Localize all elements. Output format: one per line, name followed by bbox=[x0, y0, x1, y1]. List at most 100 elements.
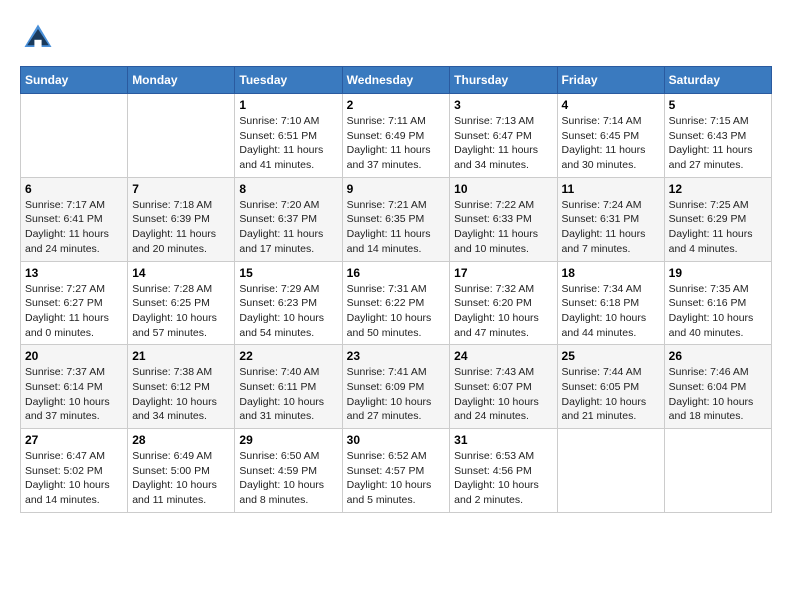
day-detail: Sunrise: 6:47 AM Sunset: 5:02 PM Dayligh… bbox=[25, 449, 123, 508]
day-detail: Sunrise: 7:10 AM Sunset: 6:51 PM Dayligh… bbox=[239, 114, 337, 173]
day-detail: Sunrise: 7:24 AM Sunset: 6:31 PM Dayligh… bbox=[562, 198, 660, 257]
calendar-cell: 20 Sunrise: 7:37 AM Sunset: 6:14 PM Dayli… bbox=[21, 345, 128, 429]
calendar-cell: 14 Sunrise: 7:28 AM Sunset: 6:25 PM Dayli… bbox=[128, 261, 235, 345]
calendar-cell: 23Sunrise: 7:41 AM Sunset: 6:09 PM Dayli… bbox=[342, 345, 450, 429]
day-number: 16 bbox=[347, 266, 446, 280]
calendar-header-row: SundayMondayTuesdayWednesdayThursdayFrid… bbox=[21, 67, 772, 94]
day-number: 15 bbox=[239, 266, 337, 280]
calendar-cell: 19 Sunrise: 7:35 AM Sunset: 6:16 PM Dayli… bbox=[664, 261, 771, 345]
calendar-cell bbox=[664, 429, 771, 513]
calendar-header-sunday: Sunday bbox=[21, 67, 128, 94]
calendar-cell: 31Sunrise: 6:53 AM Sunset: 4:56 PM Dayli… bbox=[450, 429, 557, 513]
calendar-cell: 6Sunrise: 7:17 AM Sunset: 6:41 PM Daylig… bbox=[21, 177, 128, 261]
day-detail: Sunrise: 7:41 AM Sunset: 6:09 PM Dayligh… bbox=[347, 365, 446, 424]
calendar-cell: 2 Sunrise: 7:11 AM Sunset: 6:49 PM Daylig… bbox=[342, 94, 450, 178]
day-number: 13 bbox=[25, 266, 123, 280]
day-number: 17 bbox=[454, 266, 552, 280]
day-detail: Sunrise: 6:52 AM Sunset: 4:57 PM Dayligh… bbox=[347, 449, 446, 508]
calendar-header-friday: Friday bbox=[557, 67, 664, 94]
day-detail: Sunrise: 7:43 AM Sunset: 6:07 PM Dayligh… bbox=[454, 365, 552, 424]
calendar-cell: 26 Sunrise: 7:46 AM Sunset: 6:04 PM Dayli… bbox=[664, 345, 771, 429]
calendar-cell: 25 Sunrise: 7:44 AM Sunset: 6:05 PM Dayli… bbox=[557, 345, 664, 429]
calendar-cell: 10 Sunrise: 7:22 AM Sunset: 6:33 PM Dayli… bbox=[450, 177, 557, 261]
calendar-cell: 29Sunrise: 6:50 AM Sunset: 4:59 PM Dayli… bbox=[235, 429, 342, 513]
day-detail: Sunrise: 6:49 AM Sunset: 5:00 PM Dayligh… bbox=[132, 449, 230, 508]
calendar-cell bbox=[21, 94, 128, 178]
day-detail: Sunrise: 7:15 AM Sunset: 6:43 PM Dayligh… bbox=[669, 114, 767, 173]
day-detail: Sunrise: 7:46 AM Sunset: 6:04 PM Dayligh… bbox=[669, 365, 767, 424]
calendar-header-tuesday: Tuesday bbox=[235, 67, 342, 94]
day-number: 11 bbox=[562, 182, 660, 196]
day-detail: Sunrise: 7:35 AM Sunset: 6:16 PM Dayligh… bbox=[669, 282, 767, 341]
calendar: SundayMondayTuesdayWednesdayThursdayFrid… bbox=[20, 66, 772, 513]
calendar-cell: 3 Sunrise: 7:13 AM Sunset: 6:47 PM Daylig… bbox=[450, 94, 557, 178]
day-number: 24 bbox=[454, 349, 552, 363]
calendar-cell bbox=[557, 429, 664, 513]
calendar-week-4: 20 Sunrise: 7:37 AM Sunset: 6:14 PM Dayli… bbox=[21, 345, 772, 429]
day-number: 27 bbox=[25, 433, 123, 447]
calendar-header-saturday: Saturday bbox=[664, 67, 771, 94]
calendar-cell: 24 Sunrise: 7:43 AM Sunset: 6:07 PM Dayli… bbox=[450, 345, 557, 429]
day-number: 4 bbox=[562, 98, 660, 112]
day-number: 29 bbox=[239, 433, 337, 447]
calendar-header-thursday: Thursday bbox=[450, 67, 557, 94]
logo bbox=[20, 20, 62, 56]
calendar-week-1: 1Sunrise: 7:10 AM Sunset: 6:51 PM Daylig… bbox=[21, 94, 772, 178]
day-detail: Sunrise: 7:21 AM Sunset: 6:35 PM Dayligh… bbox=[347, 198, 446, 257]
day-detail: Sunrise: 7:37 AM Sunset: 6:14 PM Dayligh… bbox=[25, 365, 123, 424]
day-number: 7 bbox=[132, 182, 230, 196]
day-number: 8 bbox=[239, 182, 337, 196]
day-number: 25 bbox=[562, 349, 660, 363]
calendar-cell: 16 Sunrise: 7:31 AM Sunset: 6:22 PM Dayli… bbox=[342, 261, 450, 345]
calendar-cell: 15Sunrise: 7:29 AM Sunset: 6:23 PM Dayli… bbox=[235, 261, 342, 345]
logo-icon bbox=[20, 20, 56, 56]
day-number: 30 bbox=[347, 433, 446, 447]
calendar-header-wednesday: Wednesday bbox=[342, 67, 450, 94]
day-number: 18 bbox=[562, 266, 660, 280]
day-number: 14 bbox=[132, 266, 230, 280]
calendar-cell: 27 Sunrise: 6:47 AM Sunset: 5:02 PM Dayli… bbox=[21, 429, 128, 513]
day-number: 22 bbox=[239, 349, 337, 363]
calendar-cell: 22 Sunrise: 7:40 AM Sunset: 6:11 PM Dayli… bbox=[235, 345, 342, 429]
page-header bbox=[20, 20, 772, 56]
calendar-cell: 12 Sunrise: 7:25 AM Sunset: 6:29 PM Dayli… bbox=[664, 177, 771, 261]
day-number: 26 bbox=[669, 349, 767, 363]
day-number: 12 bbox=[669, 182, 767, 196]
day-detail: Sunrise: 7:40 AM Sunset: 6:11 PM Dayligh… bbox=[239, 365, 337, 424]
day-number: 3 bbox=[454, 98, 552, 112]
day-number: 19 bbox=[669, 266, 767, 280]
calendar-cell: 11 Sunrise: 7:24 AM Sunset: 6:31 PM Dayli… bbox=[557, 177, 664, 261]
day-detail: Sunrise: 7:28 AM Sunset: 6:25 PM Dayligh… bbox=[132, 282, 230, 341]
calendar-cell: 9Sunrise: 7:21 AM Sunset: 6:35 PM Daylig… bbox=[342, 177, 450, 261]
calendar-cell: 28Sunrise: 6:49 AM Sunset: 5:00 PM Dayli… bbox=[128, 429, 235, 513]
day-number: 5 bbox=[669, 98, 767, 112]
day-number: 6 bbox=[25, 182, 123, 196]
day-detail: Sunrise: 7:22 AM Sunset: 6:33 PM Dayligh… bbox=[454, 198, 552, 257]
calendar-cell: 1Sunrise: 7:10 AM Sunset: 6:51 PM Daylig… bbox=[235, 94, 342, 178]
calendar-cell: 7 Sunrise: 7:18 AM Sunset: 6:39 PM Daylig… bbox=[128, 177, 235, 261]
day-number: 21 bbox=[132, 349, 230, 363]
calendar-week-3: 13 Sunrise: 7:27 AM Sunset: 6:27 PM Dayli… bbox=[21, 261, 772, 345]
day-number: 20 bbox=[25, 349, 123, 363]
calendar-cell: 4Sunrise: 7:14 AM Sunset: 6:45 PM Daylig… bbox=[557, 94, 664, 178]
day-detail: Sunrise: 7:27 AM Sunset: 6:27 PM Dayligh… bbox=[25, 282, 123, 341]
day-detail: Sunrise: 7:25 AM Sunset: 6:29 PM Dayligh… bbox=[669, 198, 767, 257]
day-detail: Sunrise: 7:44 AM Sunset: 6:05 PM Dayligh… bbox=[562, 365, 660, 424]
calendar-week-2: 6Sunrise: 7:17 AM Sunset: 6:41 PM Daylig… bbox=[21, 177, 772, 261]
day-detail: Sunrise: 7:11 AM Sunset: 6:49 PM Dayligh… bbox=[347, 114, 446, 173]
day-detail: Sunrise: 7:31 AM Sunset: 6:22 PM Dayligh… bbox=[347, 282, 446, 341]
day-detail: Sunrise: 7:13 AM Sunset: 6:47 PM Dayligh… bbox=[454, 114, 552, 173]
day-number: 2 bbox=[347, 98, 446, 112]
day-number: 31 bbox=[454, 433, 552, 447]
day-detail: Sunrise: 7:18 AM Sunset: 6:39 PM Dayligh… bbox=[132, 198, 230, 257]
calendar-week-5: 27 Sunrise: 6:47 AM Sunset: 5:02 PM Dayli… bbox=[21, 429, 772, 513]
calendar-cell: 5 Sunrise: 7:15 AM Sunset: 6:43 PM Daylig… bbox=[664, 94, 771, 178]
calendar-cell: 17Sunrise: 7:32 AM Sunset: 6:20 PM Dayli… bbox=[450, 261, 557, 345]
day-detail: Sunrise: 7:34 AM Sunset: 6:18 PM Dayligh… bbox=[562, 282, 660, 341]
calendar-cell: 30 Sunrise: 6:52 AM Sunset: 4:57 PM Dayli… bbox=[342, 429, 450, 513]
calendar-cell: 8Sunrise: 7:20 AM Sunset: 6:37 PM Daylig… bbox=[235, 177, 342, 261]
calendar-cell bbox=[128, 94, 235, 178]
calendar-header-monday: Monday bbox=[128, 67, 235, 94]
day-number: 10 bbox=[454, 182, 552, 196]
day-detail: Sunrise: 7:38 AM Sunset: 6:12 PM Dayligh… bbox=[132, 365, 230, 424]
